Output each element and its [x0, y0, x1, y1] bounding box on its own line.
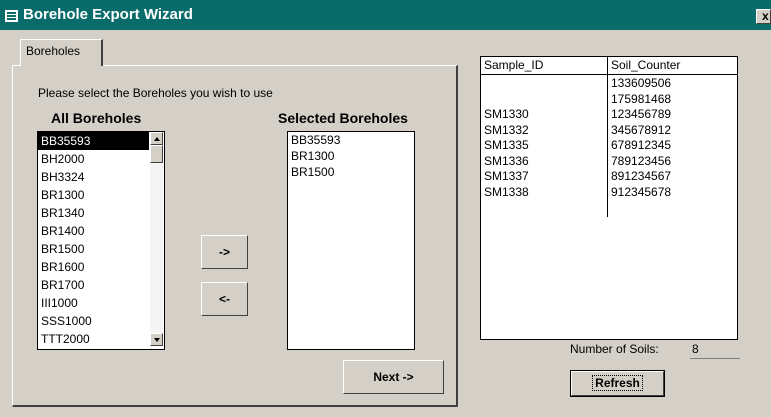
- scroll-thumb[interactable]: [150, 145, 163, 163]
- list-item[interactable]: BB35593: [38, 132, 149, 150]
- refresh-button-face: Refresh: [571, 371, 664, 396]
- list-item[interactable]: BR1500: [38, 240, 150, 258]
- soil-counter-cell: 345678912: [611, 122, 672, 137]
- close-button[interactable]: x: [756, 9, 771, 24]
- list-item[interactable]: BR1300: [288, 148, 414, 164]
- sample-id-cell: SM1332: [484, 122, 529, 137]
- list-item[interactable]: TTT2000: [38, 330, 150, 348]
- column-header-sample-id: Sample_ID: [484, 58, 544, 72]
- selected-boreholes-listbox[interactable]: BB35593 BR1300 BR1500: [287, 131, 415, 350]
- list-item[interactable]: BR1700: [38, 276, 150, 294]
- sample-id-cell: SM1338: [484, 184, 529, 199]
- remove-borehole-button[interactable]: <-: [201, 282, 248, 316]
- arrow-up-icon: [154, 137, 160, 141]
- list-item[interactable]: BB35593: [288, 132, 414, 148]
- scrollbar[interactable]: [150, 132, 163, 346]
- add-borehole-button[interactable]: ->: [201, 235, 248, 269]
- soil-counter-cell: 133609506: [611, 76, 672, 90]
- sample-id-cell: SM1335: [484, 138, 529, 152]
- scroll-down-button[interactable]: [150, 333, 163, 346]
- sample-id-cell: SM1337: [484, 169, 529, 183]
- all-boreholes-listbox[interactable]: BB35593 BH2000 BH3324 BR1300 BR1340 BR1400 BR1…: [37, 131, 165, 350]
- list-item[interactable]: III1000: [38, 294, 150, 312]
- list-item[interactable]: BR1600: [38, 258, 150, 276]
- form-icon: [4, 9, 19, 23]
- arrow-down-icon: [154, 338, 160, 342]
- list-item[interactable]: BH3324: [38, 168, 150, 186]
- soil-counter-cell: 175981468: [611, 91, 672, 106]
- tab-boreholes[interactable]: Boreholes: [20, 39, 103, 66]
- refresh-button-label: Refresh: [592, 375, 643, 391]
- next-button[interactable]: Next ->: [343, 360, 444, 394]
- column-header-soil-counter: Soil_Counter: [611, 58, 681, 72]
- all-boreholes-items: BB35593 BH2000 BH3324 BR1300 BR1340 BR1400 BR1…: [38, 132, 150, 348]
- sample-id-cell: SM1330: [484, 107, 529, 121]
- list-item[interactable]: SSS1000: [38, 312, 150, 330]
- soils-table[interactable]: Sample_ID Soil_Counter 133609506 17598146…: [480, 56, 738, 340]
- list-item[interactable]: BR1300: [38, 186, 150, 204]
- number-of-soils-label: Number of Soils:: [570, 342, 659, 356]
- soil-counter-cell: 912345678: [611, 184, 672, 199]
- table-row[interactable]: 133609506: [481, 76, 737, 92]
- table-row[interactable]: SM1332 345678912: [481, 123, 737, 139]
- soil-counter-cell: 678912345: [611, 138, 672, 152]
- table-row[interactable]: 175981468: [481, 92, 737, 108]
- table-body: 133609506 175981468 SM1330 123456789 SM1332 3…: [481, 76, 737, 200]
- soil-counter-cell: 123456789: [611, 107, 672, 121]
- table-row[interactable]: SM1337 891234567: [481, 169, 737, 185]
- table-row[interactable]: SM1335 678912345: [481, 138, 737, 154]
- list-item[interactable]: BR1340: [38, 204, 150, 222]
- refresh-button[interactable]: Refresh: [570, 370, 665, 397]
- number-of-soils-value: 8: [690, 342, 740, 359]
- table-row[interactable]: SM1330 123456789: [481, 107, 737, 123]
- list-item[interactable]: BR1400: [38, 222, 150, 240]
- list-item[interactable]: BR1500: [288, 164, 414, 180]
- list-item[interactable]: BH2000: [38, 150, 150, 168]
- selected-boreholes-heading: Selected Boreholes: [278, 110, 408, 126]
- all-boreholes-heading: All Boreholes: [51, 110, 142, 126]
- instructions-label: Please select the Boreholes you wish to …: [38, 86, 273, 100]
- sample-id-cell: SM1336: [484, 153, 529, 168]
- soil-counter-cell: 789123456: [611, 153, 672, 168]
- window-title: Borehole Export Wizard: [23, 6, 193, 23]
- scroll-up-button[interactable]: [150, 132, 163, 145]
- soil-counter-cell: 891234567: [611, 169, 672, 183]
- header-divider: [481, 74, 737, 75]
- selected-boreholes-items: BB35593 BR1300 BR1500: [288, 132, 414, 180]
- table-row[interactable]: SM1336 789123456: [481, 154, 737, 170]
- table-row[interactable]: SM1338 912345678: [481, 185, 737, 201]
